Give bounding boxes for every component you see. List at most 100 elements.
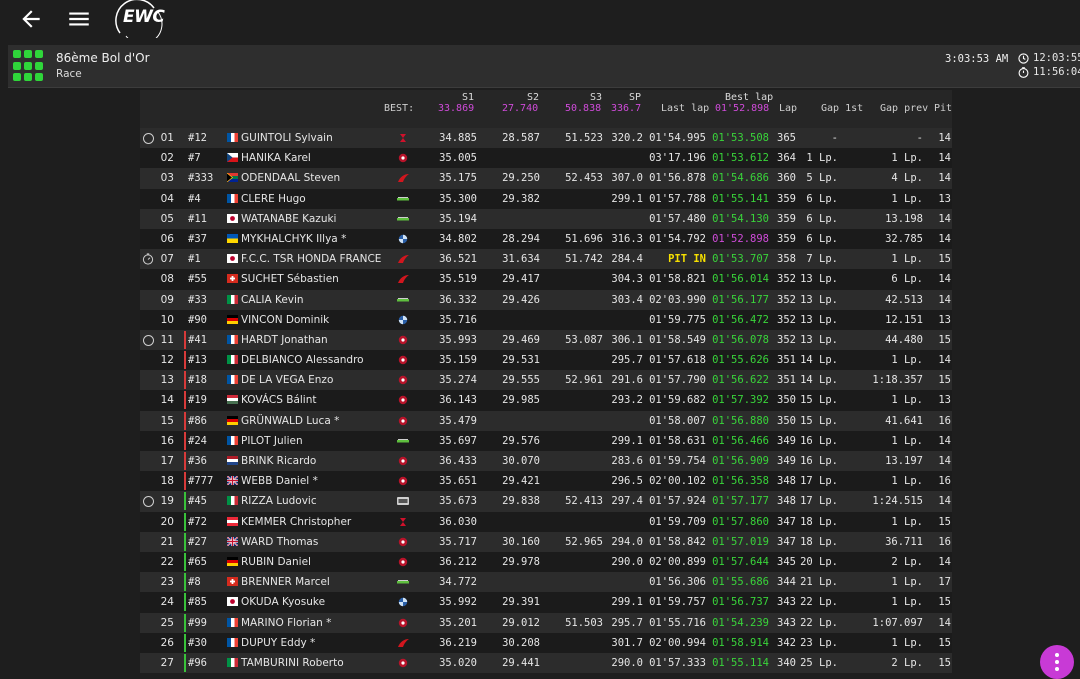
col-best-lap[interactable]: Best lap bbox=[725, 92, 773, 103]
pit-count: 13 bbox=[938, 192, 951, 205]
class-indicator-bar bbox=[184, 532, 186, 551]
class-indicator-bar bbox=[184, 573, 186, 592]
table-row[interactable]: 15 #86 GRÜNWALD Luca * 35.479 01'58.007 01'56… bbox=[140, 410, 952, 431]
top-speed: 306.1 bbox=[611, 333, 643, 346]
sector1-time: 35.274 bbox=[439, 374, 477, 387]
col-last-lap[interactable]: Last lap bbox=[661, 103, 709, 114]
top-speed: 283.6 bbox=[611, 455, 643, 467]
col-s2[interactable]: S2 bbox=[527, 92, 539, 103]
top-speed: 291.6 bbox=[611, 374, 643, 387]
manufacturer-logo-icon bbox=[398, 275, 409, 284]
gap-previous: 12.151 bbox=[885, 313, 923, 326]
rider-name: ODENDAAL Steven bbox=[241, 172, 341, 185]
sector2-time: 29.469 bbox=[502, 333, 540, 346]
table-row[interactable]: 12 #13 DELBIANCO Alessandro 35.159 29.531 295… bbox=[140, 350, 952, 371]
table-row[interactable]: 24 #85 OKUDA Kyosuke 35.992 29.391 299.1 01'59… bbox=[140, 592, 952, 613]
col-gap-1st[interactable]: Gap 1st bbox=[821, 103, 863, 114]
manufacturer-logo-icon bbox=[398, 153, 408, 163]
last-lap-time: 01'58.007 bbox=[649, 414, 706, 427]
sector1-time: 35.300 bbox=[439, 192, 477, 205]
col-pit[interactable]: Pit bbox=[934, 103, 952, 114]
pit-count: 14 bbox=[938, 495, 951, 508]
table-row[interactable]: 01 #12 GUINTOLI Sylvain 34.885 28.587 51.523 3… bbox=[140, 128, 952, 149]
col-s3[interactable]: S3 bbox=[590, 92, 602, 103]
last-lap-time: 02'00.102 bbox=[649, 475, 706, 488]
gap-previous: 1 Lp. bbox=[891, 596, 923, 609]
table-row[interactable]: 17 #36 BRINK Ricardo 36.433 30.070 283.6 01'59… bbox=[140, 451, 952, 472]
gap-first: 17 Lp. bbox=[800, 495, 838, 508]
table-row[interactable]: 13 #18 DE LA VEGA Enzo 35.274 29.555 52.961 29… bbox=[140, 370, 952, 391]
best-sp: 336.7 bbox=[611, 103, 642, 114]
best-lap-time: 01'57.019 bbox=[712, 535, 769, 548]
last-lap-time: 01'57.618 bbox=[649, 354, 706, 367]
table-row[interactable]: 09 #33 CALIA Kevin 36.332 29.426 303.4 02'03.9… bbox=[140, 289, 952, 310]
more-options-button[interactable] bbox=[1040, 645, 1074, 679]
best-lap-time: 01'55.141 bbox=[712, 192, 769, 205]
gap-previous: 2 Lp. bbox=[891, 656, 923, 669]
table-row[interactable]: 14 #19 KOVÁCS Bálint 36.143 29.985 293.2 01'59… bbox=[140, 390, 952, 411]
sector3-time: 51.696 bbox=[565, 232, 603, 245]
rider-name: KOVÁCS Bálint bbox=[241, 394, 317, 407]
best-lap-time: 01'56.737 bbox=[712, 596, 769, 609]
table-row[interactable]: 26 #30 DUPUY Eddy * 36.219 30.208 301.7 02'00.… bbox=[140, 632, 952, 653]
best-lap-time: 01'53.612 bbox=[712, 152, 769, 165]
col-sp[interactable]: SP bbox=[629, 92, 641, 103]
status-circle-icon bbox=[143, 133, 154, 144]
class-indicator-bar bbox=[184, 633, 186, 652]
position-cell: 04 bbox=[160, 192, 174, 205]
col-gap-prev[interactable]: Gap prev bbox=[880, 103, 928, 114]
sector2-time: 29.382 bbox=[502, 192, 540, 205]
table-row[interactable]: 04 #4 CLERE Hugo 35.300 29.382 299.1 01'57.788… bbox=[140, 188, 952, 209]
sector2-time: 29.576 bbox=[502, 434, 540, 447]
class-indicator-bar bbox=[184, 351, 186, 370]
position-cell: 26 bbox=[160, 636, 174, 649]
car-number: #86 bbox=[188, 414, 207, 427]
table-row[interactable]: 21 #27 WARD Thomas 35.717 30.160 52.965 294.0 0… bbox=[140, 531, 952, 552]
last-lap-time: 01'54.995 bbox=[649, 132, 706, 144]
sector2-time: 28.587 bbox=[502, 132, 540, 144]
table-row[interactable]: 02 #7 HANIKA Karel 35.005 03'17.196 01'53.612… bbox=[140, 148, 952, 169]
col-lap[interactable]: Lap bbox=[779, 103, 797, 114]
table-row[interactable]: 19 #45 RIZZA Ludovic 35.673 29.838 52.413 297.… bbox=[140, 491, 952, 512]
best-s3: 50.838 bbox=[565, 103, 602, 114]
table-row[interactable]: 18 #777 WEBB Daniel * 35.651 29.421 296.5 02'0… bbox=[140, 471, 952, 492]
best-lap-time: 01'56.177 bbox=[712, 293, 769, 306]
country-flag-icon bbox=[227, 233, 238, 243]
table-row[interactable]: 22 #65 RUBIN Daniel 36.212 29.978 290.0 02'00.… bbox=[140, 551, 952, 573]
country-flag-icon bbox=[227, 597, 238, 607]
best-lap-time: 01'53.707 bbox=[712, 253, 769, 266]
top-speed: 294.0 bbox=[611, 535, 643, 548]
position-cell: 24 bbox=[160, 596, 174, 609]
table-row[interactable]: 07 #1 F.C.C. TSR HONDA FRANCE 36.521 31.634 5… bbox=[140, 249, 952, 270]
gap-previous: 1 Lp. bbox=[891, 354, 923, 367]
table-row[interactable]: 16 #24 PILOT Julien 35.697 29.576 299.1 01'58.… bbox=[140, 430, 952, 451]
table-row[interactable]: 10 #90 VINCON Dominik 35.716 01'59.775 01'56.… bbox=[140, 309, 952, 330]
table-row[interactable]: 08 #55 SUCHET Sébastien 35.519 29.417 304.3 01… bbox=[140, 269, 952, 290]
table-row[interactable]: 05 #11 WATANABE Kazuki 35.194 01'57.480 01'54… bbox=[140, 208, 952, 229]
table-row[interactable]: 23 #8 BRENNER Marcel 34.772 01'56.306 01'55.6… bbox=[140, 572, 952, 593]
table-row[interactable]: 06 #37 MYKHALCHYK Illya * 34.802 28.294 51.69… bbox=[140, 228, 952, 250]
back-arrow-icon[interactable] bbox=[18, 6, 44, 32]
sector2-time: 29.250 bbox=[502, 172, 540, 185]
last-lap-time: 01'57.924 bbox=[649, 495, 706, 508]
best-lap-time: 01'54.130 bbox=[712, 212, 769, 225]
table-row[interactable]: 20 #72 KEMMER Christopher 36.030 01'59.709 01… bbox=[140, 511, 952, 532]
top-speed: 297.4 bbox=[611, 495, 643, 508]
class-indicator-bar bbox=[184, 431, 186, 450]
gap-first: - bbox=[831, 132, 838, 144]
position-cell: 15 bbox=[160, 414, 174, 427]
best-s1: 33.869 bbox=[438, 103, 475, 114]
table-row[interactable]: 03 #333 ODENDAAL Steven 35.175 29.250 52.453 3… bbox=[140, 168, 952, 189]
last-lap-time: 01'57.788 bbox=[649, 192, 706, 205]
top-speed: 295.7 bbox=[611, 354, 643, 367]
hamburger-menu-icon[interactable] bbox=[66, 6, 92, 32]
car-number: #11 bbox=[188, 212, 207, 225]
table-row[interactable]: 27 #96 TAMBURINI Roberto 35.020 29.441 290.0 0… bbox=[140, 652, 952, 674]
country-flag-icon bbox=[227, 133, 238, 142]
sector1-time: 35.519 bbox=[439, 273, 477, 286]
ewc-logo[interactable]: EWC bbox=[112, 0, 180, 38]
table-row[interactable]: 25 #99 MARINO Florian * 35.201 29.012 51.503 2… bbox=[140, 612, 952, 633]
sector2-time: 28.294 bbox=[502, 232, 540, 245]
table-row[interactable]: 11 #41 HARDT Jonathan 35.993 29.469 53.087 306… bbox=[140, 329, 952, 351]
col-s1[interactable]: S1 bbox=[462, 92, 474, 103]
